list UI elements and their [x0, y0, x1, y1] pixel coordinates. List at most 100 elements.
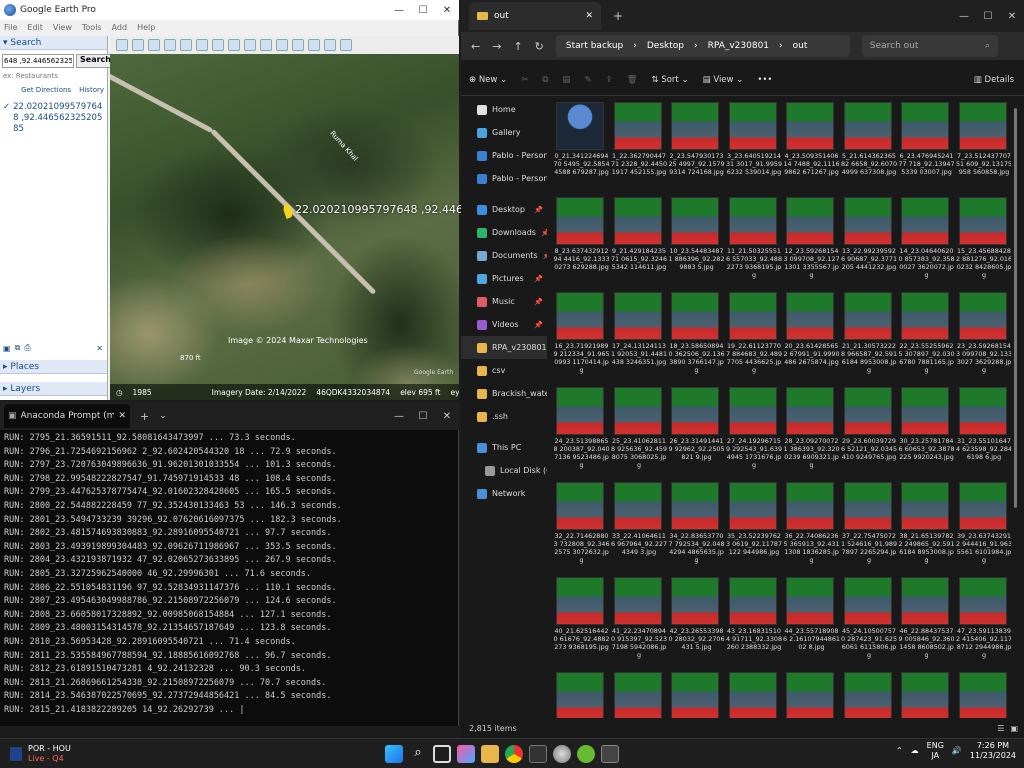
clock[interactable]: 7:26 PM 11/23/2024	[970, 741, 1016, 761]
file-item[interactable]: 10_23.544834871 886396_92.2829883 5.jpg	[668, 193, 725, 287]
task-view-icon[interactable]	[433, 745, 451, 763]
file-item[interactable]: 37_22.754750721 524616_91.9897897 226529…	[841, 478, 898, 572]
file-item[interactable]: 1_22.36279044771 2328_92.44501917 452155…	[611, 98, 668, 192]
places-header[interactable]: ▸ Places	[0, 360, 107, 374]
close-icon[interactable]: ✕	[435, 5, 459, 16]
tiles-view-icon[interactable]: ▣	[1010, 724, 1018, 733]
file-item[interactable]: 39_23.637432912 944416_91.9635561 610198…	[956, 478, 1011, 572]
rename-icon[interactable]: ✎	[584, 75, 591, 85]
maximize-icon[interactable]: ☐	[976, 11, 1000, 22]
nav-item[interactable]: Pablo - Personal	[461, 144, 547, 167]
minimize-icon[interactable]: —	[387, 5, 411, 16]
file-item[interactable]: 11_21.503255516 557033_92.4882273 936819…	[726, 193, 783, 287]
nav-item[interactable]: csv	[461, 359, 547, 382]
delete-icon[interactable]: 🗑	[627, 75, 638, 85]
file-item[interactable]: 21_21.305732228 966587_92.5916184 895300…	[841, 288, 898, 382]
close-icon[interactable]: ✕	[435, 411, 459, 422]
layers-header[interactable]: ▸ Layers	[0, 382, 107, 396]
prompt-icon[interactable]	[601, 745, 619, 763]
file-item[interactable]: 38_21.651397822 249865_92.5916184 895300…	[898, 478, 955, 572]
print-icon[interactable]	[292, 39, 304, 51]
sun-icon[interactable]	[228, 39, 240, 51]
file-item[interactable]: 3_23.64051921431 3017_91.99596232 539014…	[726, 98, 783, 192]
minimize-icon[interactable]: —	[952, 11, 976, 22]
pin-icon[interactable]: 📌	[534, 206, 543, 214]
new-button[interactable]: ⊕ New ⌄	[469, 75, 507, 85]
sort-button[interactable]: ⇅ Sort ⌄	[651, 75, 688, 85]
nav-item[interactable]: Home	[461, 98, 547, 121]
placemark-icon[interactable]	[132, 39, 144, 51]
pin-icon[interactable]: 📌	[541, 229, 547, 237]
file-item[interactable]: 40_21.625164420 61676_92.4882273 9368195…	[553, 573, 610, 667]
minimize-icon[interactable]: —	[387, 411, 411, 422]
breadcrumb-rpa[interactable]: RPA_v230801	[708, 41, 769, 51]
breadcrumb-out[interactable]: out	[793, 41, 808, 51]
file-item[interactable]: 23_23.592681543 099708_92.1333027 362928…	[956, 288, 1011, 382]
nav-item[interactable]: Gallery	[461, 121, 547, 144]
nav-item[interactable]: Pictures 📌	[461, 267, 547, 290]
file-item[interactable]: 36_22.740862365 365913_92.4311308 183628…	[783, 478, 840, 572]
search-input[interactable]	[2, 54, 74, 68]
get-directions-link[interactable]: Get Directions	[21, 86, 71, 94]
save-image-icon[interactable]	[308, 39, 320, 51]
paste-icon[interactable]: ▤	[562, 75, 570, 85]
file-item[interactable]	[611, 668, 668, 718]
file-item[interactable]: 46_22.884375379 005846_92.3601458 860850…	[898, 573, 955, 667]
file-explorer-icon[interactable]	[481, 745, 499, 763]
file-item[interactable]: 33_22.410646116 967964_92.2274349 3.jpg	[611, 478, 668, 572]
file-item[interactable]: 24_23.513988658 200387_92.0407136 952348…	[553, 383, 610, 477]
sports-widget[interactable]: POR - HOU Live - Q4	[0, 744, 71, 764]
file-item[interactable]: 0_21.34122469470 5495_92.58544588 679287…	[553, 98, 610, 192]
file-item[interactable]: 9_21.42918423571 0615_92.32465342 114611…	[611, 193, 668, 287]
vertical-scrollbar[interactable]	[1014, 98, 1020, 718]
google-earth-icon[interactable]	[553, 745, 571, 763]
overlay-icon[interactable]	[180, 39, 192, 51]
file-item[interactable]: 25_23.410628118 925636_92.4598075 306802…	[611, 383, 668, 477]
details-view-icon[interactable]: ☰	[997, 724, 1004, 733]
file-item[interactable]	[956, 668, 1012, 718]
email-icon[interactable]	[276, 39, 288, 51]
menu-add[interactable]: Add	[112, 23, 128, 32]
file-item[interactable]: 19_22.611237707 884683_92.4897705 443662…	[726, 288, 783, 382]
file-item[interactable]: 12_23.592681543 099708_92.1271301 335556…	[783, 193, 840, 287]
nav-item[interactable]: Desktop 📌	[461, 198, 547, 221]
file-item[interactable]: 41_22.234708940 915397_92.5237198 594208…	[611, 573, 668, 667]
file-item[interactable]: 32_22.714628803 732808_92.3462575 307263…	[553, 478, 610, 572]
history-link[interactable]: History	[79, 86, 104, 94]
search-result[interactable]: ✓ 22.020210995797648 ,92.44656232520585	[0, 96, 107, 141]
start-icon[interactable]	[385, 745, 403, 763]
file-item[interactable]: 13_22.992395926 90687_92.3771205 4441232…	[841, 193, 898, 287]
nav-item[interactable]: Documents 📌	[461, 244, 547, 267]
globe-icon[interactable]	[340, 39, 352, 51]
terminal-icon[interactable]	[529, 745, 547, 763]
file-item[interactable]	[553, 668, 610, 718]
pin-icon[interactable]: 📌	[534, 275, 543, 283]
file-item[interactable]	[668, 668, 725, 718]
nav-item[interactable]: RPA_v230801	[461, 336, 547, 359]
maps-icon[interactable]	[324, 39, 336, 51]
menu-tools[interactable]: Tools	[82, 23, 102, 32]
file-item[interactable]: 17_24.131241131 92053_91.4481438 3246351…	[611, 288, 668, 382]
dropdown-icon[interactable]: ⌄	[159, 411, 167, 421]
file-item[interactable]: 29_23.600397296 52121_92.0345410 9249765…	[841, 383, 898, 477]
nav-item[interactable]: Music 📌	[461, 290, 547, 313]
cloud-icon[interactable]: ☁	[911, 746, 919, 756]
more-icon[interactable]: •••	[757, 75, 772, 85]
chrome-icon[interactable]	[505, 745, 523, 763]
file-item[interactable]: 45_24.105007570 287423_91.6256061 611580…	[841, 573, 898, 667]
nav-item[interactable]: Videos 📌	[461, 313, 547, 336]
file-item[interactable]: 14_23.046406200 857383_92.3580027 362007…	[898, 193, 955, 287]
menu-help[interactable]: Help	[137, 23, 155, 32]
forward-icon[interactable]: →	[492, 40, 501, 53]
details-button[interactable]: ▥ Details	[974, 75, 1014, 85]
pin-icon[interactable]: 📌	[534, 298, 543, 306]
polygon-icon[interactable]	[148, 39, 160, 51]
breadcrumb-desktop[interactable]: Desktop	[647, 41, 684, 51]
copy-icon[interactable]: ⧉	[15, 343, 21, 353]
menu-edit[interactable]: Edit	[27, 23, 43, 32]
close-panel-icon[interactable]: ✕	[96, 344, 103, 353]
file-item[interactable]: 30_23.257817846 60653_92.3878225 9920243…	[898, 383, 955, 477]
file-item[interactable]	[841, 668, 898, 718]
up-icon[interactable]: ↑	[513, 40, 522, 53]
search-box[interactable]: Search out ⌕	[861, 35, 998, 57]
